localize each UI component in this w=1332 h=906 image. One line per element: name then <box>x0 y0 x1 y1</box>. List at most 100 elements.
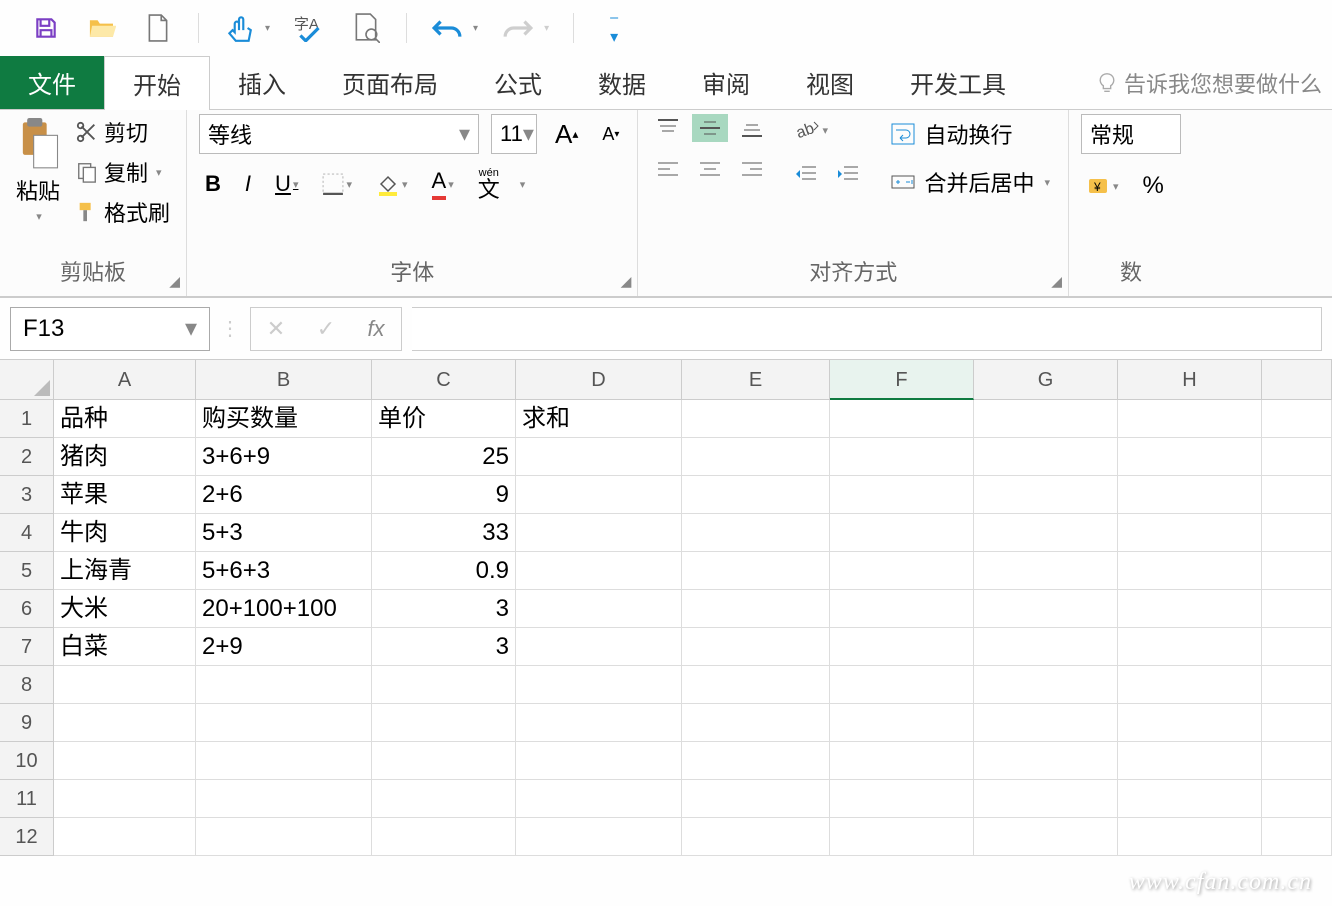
cell[interactable]: 求和 <box>516 400 682 438</box>
cell[interactable] <box>974 742 1118 780</box>
cell[interactable]: 25 <box>372 438 516 476</box>
align-middle-icon[interactable] <box>692 114 728 142</box>
cell[interactable]: 猪肉 <box>54 438 196 476</box>
accounting-format-icon[interactable]: ¥ ▾ <box>1081 171 1125 201</box>
cell[interactable] <box>1262 552 1332 590</box>
cell[interactable] <box>974 628 1118 666</box>
column-header[interactable]: F <box>830 360 974 400</box>
cell[interactable] <box>1262 438 1332 476</box>
cell[interactable]: 3 <box>372 628 516 666</box>
clipboard-launcher-icon[interactable]: ◢ <box>169 273 180 290</box>
cell[interactable] <box>682 704 830 742</box>
cell[interactable] <box>372 742 516 780</box>
fill-color-button[interactable]: ▾ <box>370 168 414 200</box>
align-center-icon[interactable] <box>692 156 728 184</box>
row-header[interactable]: 11 <box>0 780 54 818</box>
cell[interactable] <box>1118 476 1262 514</box>
formula-bar-input[interactable] <box>412 307 1322 351</box>
cell[interactable] <box>516 818 682 856</box>
cell[interactable] <box>516 780 682 818</box>
dropdown-caret[interactable]: ▾ <box>473 23 478 34</box>
cell[interactable] <box>830 666 974 704</box>
cell[interactable] <box>830 628 974 666</box>
cell[interactable] <box>682 438 830 476</box>
align-launcher-icon[interactable]: ◢ <box>1051 273 1062 290</box>
row-header[interactable]: 8 <box>0 666 54 704</box>
cell[interactable] <box>830 438 974 476</box>
cell[interactable] <box>372 704 516 742</box>
print-preview-icon[interactable] <box>350 12 382 44</box>
cell[interactable] <box>974 780 1118 818</box>
cell[interactable] <box>1262 628 1332 666</box>
bold-button[interactable]: B <box>199 167 227 201</box>
tab-home[interactable]: 开始 <box>104 56 210 110</box>
cell[interactable] <box>682 514 830 552</box>
cell[interactable]: 3+6+9 <box>196 438 372 476</box>
cell[interactable]: 2+6 <box>196 476 372 514</box>
tab-review[interactable]: 审阅 <box>674 56 778 109</box>
cell[interactable]: 上海青 <box>54 552 196 590</box>
new-file-icon[interactable] <box>142 12 174 44</box>
row-header[interactable]: 9 <box>0 704 54 742</box>
row-header[interactable]: 7 <box>0 628 54 666</box>
tab-data[interactable]: 数据 <box>570 56 674 109</box>
customize-qat-icon[interactable]: ⎯▾ <box>598 12 630 44</box>
cell[interactable] <box>54 704 196 742</box>
cell[interactable] <box>830 590 974 628</box>
cell[interactable] <box>974 476 1118 514</box>
cell[interactable] <box>196 818 372 856</box>
row-header[interactable]: 1 <box>0 400 54 438</box>
italic-button[interactable]: I <box>239 167 257 201</box>
cell[interactable] <box>1118 628 1262 666</box>
cell[interactable] <box>830 400 974 438</box>
cell[interactable] <box>54 666 196 704</box>
cell[interactable]: 白菜 <box>54 628 196 666</box>
border-button[interactable]: ▾ <box>316 169 358 199</box>
cell[interactable] <box>516 514 682 552</box>
redo-icon[interactable] <box>502 12 534 44</box>
cell[interactable] <box>1262 476 1332 514</box>
column-header[interactable]: H <box>1118 360 1262 400</box>
font-launcher-icon[interactable]: ◢ <box>621 273 632 290</box>
cell[interactable] <box>830 552 974 590</box>
cell[interactable]: 5+3 <box>196 514 372 552</box>
cell[interactable] <box>974 666 1118 704</box>
row-header[interactable]: 2 <box>0 438 54 476</box>
cell[interactable] <box>1118 552 1262 590</box>
cell[interactable] <box>974 514 1118 552</box>
cell[interactable] <box>1262 400 1332 438</box>
cell[interactable] <box>1118 780 1262 818</box>
cell[interactable] <box>974 590 1118 628</box>
cell[interactable] <box>54 742 196 780</box>
cell[interactable] <box>1262 704 1332 742</box>
align-left-icon[interactable] <box>650 156 686 184</box>
cell[interactable] <box>830 780 974 818</box>
cell[interactable] <box>516 590 682 628</box>
cell[interactable] <box>682 552 830 590</box>
font-name-selector[interactable]: 等线 ▾ <box>199 114 479 154</box>
cell[interactable] <box>682 476 830 514</box>
column-header[interactable]: B <box>196 360 372 400</box>
wrap-text-button[interactable]: 自动换行 <box>884 114 1056 154</box>
cell[interactable] <box>974 552 1118 590</box>
cell[interactable] <box>196 704 372 742</box>
dropdown-caret[interactable]: ▾ <box>265 23 270 34</box>
save-icon[interactable] <box>30 12 62 44</box>
insert-function-button[interactable]: fx <box>351 316 401 342</box>
cell[interactable]: 33 <box>372 514 516 552</box>
decrease-font-icon[interactable]: A▾ <box>596 120 625 149</box>
tab-insert[interactable]: 插入 <box>210 56 314 109</box>
accept-formula-icon[interactable]: ✓ <box>301 316 351 342</box>
cell[interactable] <box>1118 400 1262 438</box>
dropdown-caret[interactable]: ▾ <box>544 23 549 34</box>
cell[interactable] <box>682 628 830 666</box>
row-header[interactable]: 12 <box>0 818 54 856</box>
tab-developer[interactable]: 开发工具 <box>882 56 1034 109</box>
cell[interactable] <box>372 818 516 856</box>
cell[interactable]: 9 <box>372 476 516 514</box>
cell[interactable]: 20+100+100 <box>196 590 372 628</box>
open-icon[interactable] <box>86 12 118 44</box>
cell[interactable]: 品种 <box>54 400 196 438</box>
cell[interactable]: 5+6+3 <box>196 552 372 590</box>
cell[interactable] <box>1118 514 1262 552</box>
